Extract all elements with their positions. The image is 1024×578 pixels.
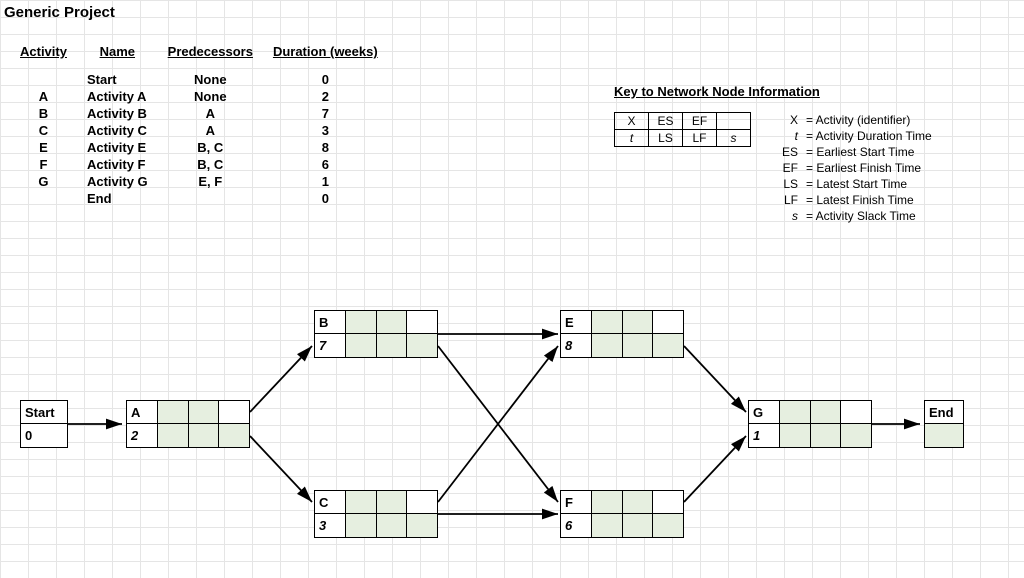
table-row: BActivity BA7 [10,105,388,122]
legend-cell: EF [683,113,717,130]
node-f: F 6 [560,490,684,538]
node-end-label: End [925,401,963,424]
col-duration: Duration (weeks) [263,42,388,61]
node-start: Start 0 [20,400,68,448]
node-start-value: 0 [21,424,67,447]
node-a: A 2 [126,400,250,448]
node-e: E 8 [560,310,684,358]
legend-title: Key to Network Node Information [614,84,820,99]
legend-cell: LF [683,130,717,147]
legend-cell [717,113,751,130]
node-g: G 1 [748,400,872,448]
legend-cell: t [615,130,649,147]
table-row: End0 [10,190,388,207]
legend-cell: X [615,113,649,130]
table-row: GActivity GE, F1 [10,173,388,190]
table-row: EActivity EB, C8 [10,139,388,156]
node-start-label: Start [21,401,67,424]
table-row: FActivity FB, C6 [10,156,388,173]
table-row: StartNone0 [10,71,388,88]
table-row: AActivity ANone2 [10,88,388,105]
page-title: Generic Project [4,4,115,21]
node-end: End [924,400,964,448]
legend-cell: LS [649,130,683,147]
node-b: B 7 [314,310,438,358]
network-diagram: Start 0 A 2 B 7 C 3 E 8 F 6 G [0,300,1024,560]
legend-cell: s [717,130,751,147]
col-predecessors: Predecessors [158,42,263,61]
activity-table: Activity Name Predecessors Duration (wee… [10,42,388,207]
node-c: C 3 [314,490,438,538]
col-name: Name [77,42,158,61]
table-row: CActivity CA3 [10,122,388,139]
legend-glossary: X= Activity (identifier) t= Activity Dur… [776,112,936,224]
legend-cell: ES [649,113,683,130]
legend-node-box: X ES EF t LS LF s [614,112,751,147]
col-activity: Activity [10,42,77,61]
